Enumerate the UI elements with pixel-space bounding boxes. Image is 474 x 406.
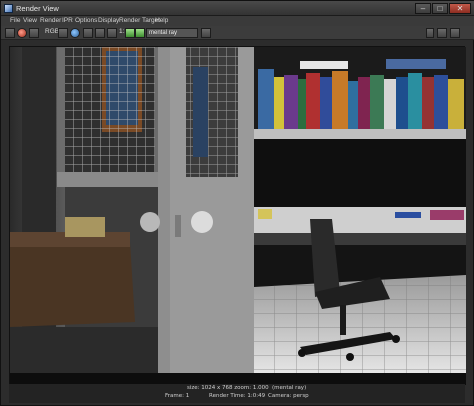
display-alpha-icon[interactable]	[107, 28, 117, 38]
render-region-icon[interactable]	[58, 28, 68, 38]
refresh-icon[interactable]	[29, 28, 39, 38]
menu-render-target[interactable]: Render Target	[119, 17, 160, 24]
title-bar[interactable]: Render View – □ ✕	[1, 1, 474, 16]
status-renderer: (mental ray)	[272, 385, 307, 391]
menu-bar: File View Render IPR Options Display Ren…	[1, 16, 474, 26]
status-size: size: 1024 x 768 zoom: 1.000	[187, 385, 269, 391]
toolbar: RGB 1:1 mental ray	[1, 26, 474, 40]
maximize-button[interactable]: □	[432, 3, 448, 14]
camera-icon[interactable]	[83, 28, 93, 38]
renderer-dropdown[interactable]: mental ray	[146, 28, 198, 38]
menu-options[interactable]: Options	[75, 17, 97, 24]
redo-render-icon[interactable]	[5, 28, 15, 38]
menu-ipr[interactable]: IPR	[62, 17, 73, 24]
status-frame: Frame: 1	[165, 393, 190, 399]
status-bar: size: 1024 x 768 zoom: 1.000 (mental ray…	[9, 384, 465, 403]
window-title: Render View	[16, 4, 59, 13]
menu-render[interactable]: Render	[40, 17, 61, 24]
menu-display[interactable]: Display	[98, 17, 119, 24]
status-render-time: Render Time: 1:0:49	[209, 393, 266, 399]
render-view-icon	[4, 4, 13, 13]
snapshot-icon[interactable]	[70, 28, 80, 38]
menu-view[interactable]: View	[23, 17, 37, 24]
minimize-button[interactable]: –	[415, 3, 431, 14]
pause-icon[interactable]	[426, 28, 434, 38]
status-camera: Camera: persp	[268, 393, 309, 399]
display-rgb-icon[interactable]	[95, 28, 105, 38]
menu-file[interactable]: File	[10, 17, 20, 24]
ipr-render-icon[interactable]	[17, 28, 27, 38]
real-size-icon[interactable]	[437, 28, 447, 38]
remove-image-icon[interactable]	[135, 28, 145, 38]
channel-label[interactable]: RGB	[45, 28, 59, 35]
render-view-window: Render View – □ ✕ File View Render IPR O…	[0, 0, 474, 406]
close-button[interactable]: ✕	[449, 3, 471, 14]
ratio-icon[interactable]	[450, 28, 460, 38]
rendered-scene-image	[10, 47, 466, 385]
keep-image-icon[interactable]	[125, 28, 135, 38]
menu-help[interactable]: Help	[155, 17, 168, 24]
renderer-menu-icon[interactable]	[201, 28, 211, 38]
render-image-viewport[interactable]	[9, 46, 466, 385]
